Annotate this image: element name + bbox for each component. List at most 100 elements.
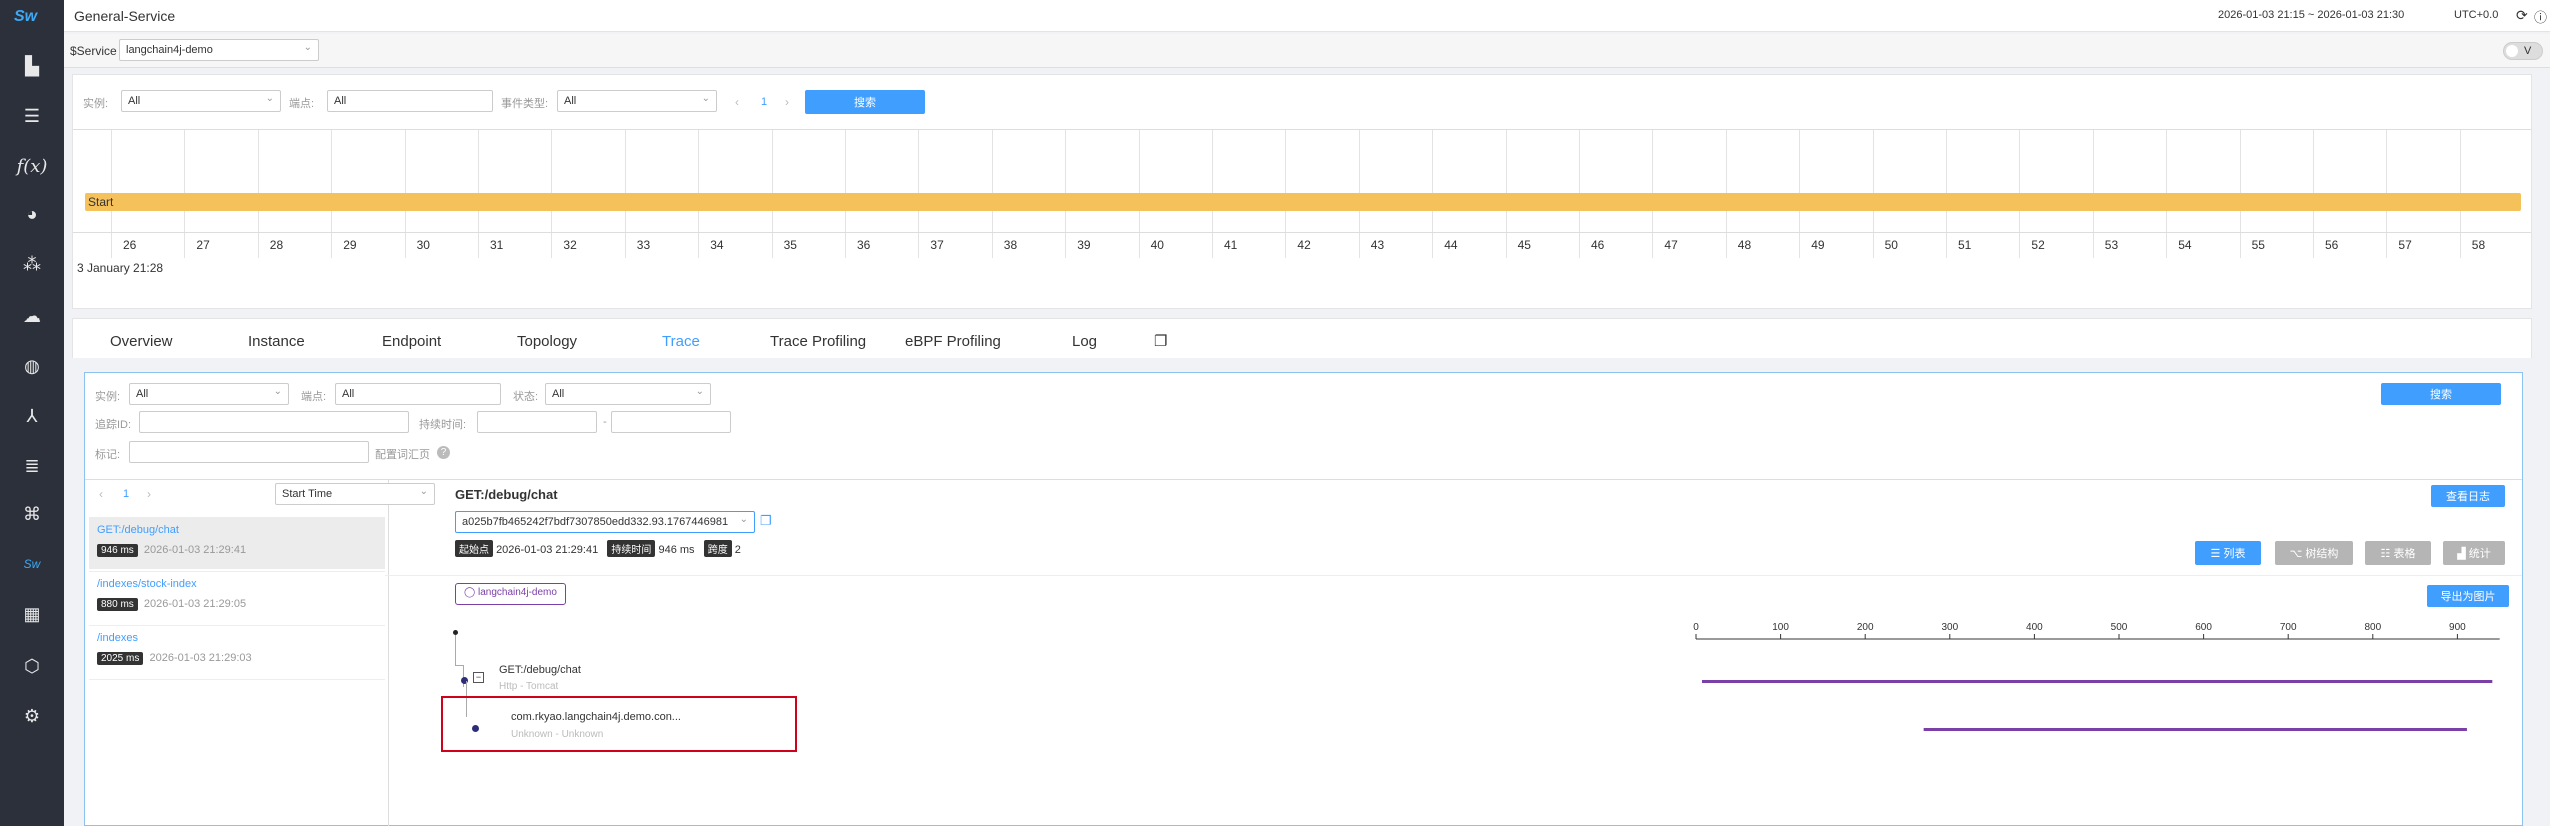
dashboard-icon[interactable]: ▙ xyxy=(0,48,64,84)
function-icon[interactable]: f(x) xyxy=(0,148,64,184)
service-select[interactable]: langchain4j-demo ⌄ xyxy=(119,39,319,61)
refresh-icon[interactable]: ⟳ xyxy=(2516,7,2528,24)
scale-tick-label: 300 xyxy=(1941,622,1958,633)
variables-bar: $Service langchain4j-demo ⌄ V xyxy=(64,34,2550,68)
tab-log[interactable]: Log xyxy=(1072,333,1097,350)
timeline-tick-label: 31 xyxy=(490,238,504,252)
tab-trace[interactable]: Trace xyxy=(662,333,700,350)
next-page-icon[interactable]: › xyxy=(785,95,789,109)
copy-tabs-icon[interactable]: ❐ xyxy=(1154,332,1167,350)
tab-trace-profiling[interactable]: Trace Profiling xyxy=(770,333,866,350)
globe-icon[interactable]: ◍ xyxy=(0,348,64,384)
scale-tick-label: 400 xyxy=(2026,622,2043,633)
event-panel: 实例: All ⌄ 端点: All 事件类型: All ⌄ ‹ 1 › 搜索 Sta… xyxy=(72,74,2532,309)
span-bar xyxy=(1923,728,2467,731)
list-icon[interactable]: ≣ xyxy=(0,448,64,484)
event-start-bar[interactable]: Start xyxy=(85,193,2521,211)
logo: Sw xyxy=(14,8,38,25)
timezone[interactable]: UTC+0.0 xyxy=(2454,9,2498,21)
endpoint-label: 端点: xyxy=(289,98,315,110)
event-search-button[interactable]: 搜索 xyxy=(805,90,925,114)
timeline-tick-label: 34 xyxy=(710,238,724,252)
tab-overview[interactable]: Overview xyxy=(110,333,173,350)
scale-tick-label: 200 xyxy=(1857,622,1874,633)
timeline-tick-label: 58 xyxy=(2471,238,2486,252)
service-variable-label: $Service xyxy=(70,44,117,58)
span-bar xyxy=(1702,680,2493,683)
timeline-tick-label: 37 xyxy=(930,238,944,252)
timeline-tick-label: 54 xyxy=(2178,238,2192,252)
instance-select[interactable]: All ⌄ xyxy=(121,90,281,112)
event-type-select[interactable]: All ⌄ xyxy=(557,90,717,112)
sidebar: Sw ▙ ☰ f(x) ◕ ⁂ ☁ ◍ ⅄ ≣ ⌘ Sw ▦ ⬡ ⚙ xyxy=(0,0,64,826)
timeline-tick-label: 32 xyxy=(563,238,577,252)
v-toggle[interactable]: V xyxy=(2503,42,2543,60)
timeline-tick-label: 35 xyxy=(783,238,797,252)
timeline-grid xyxy=(73,130,2531,310)
timeline-tick-label: 30 xyxy=(416,238,430,252)
timeline-tick-label: 43 xyxy=(1370,238,1385,252)
shield-icon[interactable]: ⬡ xyxy=(0,648,64,684)
event-timeline: Start 26 27 28 29 30 31 32 33 34 35 36 37 38 39 40 41 42… xyxy=(73,129,2531,309)
event-bar-label: Start xyxy=(88,195,114,209)
tab-topology[interactable]: Topology xyxy=(517,333,577,350)
scale-tick-label: 100 xyxy=(1772,622,1789,633)
prev-page-icon[interactable]: ‹ xyxy=(735,95,739,109)
gear-icon[interactable]: ⚙ xyxy=(0,698,64,734)
timeline-tick-label: 57 xyxy=(2398,238,2412,252)
instance-label: 实例: xyxy=(83,98,109,110)
span-chart: 0 100 200 300 400 500 600 700 800 900 xyxy=(1693,622,2500,731)
trace-panel: 实例: All ⌄ 端点: All 状态: All ⌄ 搜索 追踪ID: 持续时间:… xyxy=(84,372,2523,826)
timeline-date-label: 3 January 21:28 xyxy=(77,261,164,275)
info-icon[interactable]: ⓘ xyxy=(2534,7,2547,26)
tabs-bar: Overview Instance Endpoint Topology Trac… xyxy=(72,318,2532,358)
axis-line xyxy=(73,232,2531,233)
scale-tick-label: 900 xyxy=(2449,622,2466,633)
timeline-tick-label: 50 xyxy=(1884,238,1898,252)
timeline-tick-label: 48 xyxy=(1737,238,1752,252)
widgets-icon[interactable]: ▦ xyxy=(0,596,64,632)
topology-icon[interactable]: ⌘ xyxy=(0,496,64,532)
scale-tick-label: 0 xyxy=(1693,622,1699,633)
timeline-tick-label: 28 xyxy=(269,238,284,252)
chevron-down-icon: ⌄ xyxy=(701,93,710,104)
timeline-tick-label: 42 xyxy=(1297,238,1311,252)
timeline-tick-label: 51 xyxy=(1958,238,1972,252)
timeline-tick-label: 39 xyxy=(1077,238,1091,252)
timeline-tick-label: 49 xyxy=(1811,238,1825,252)
timeline-tick-label: 40 xyxy=(1150,238,1164,252)
timeline-tick-label: 56 xyxy=(2325,238,2339,252)
cluster-icon[interactable]: ⁂ xyxy=(0,246,64,282)
timeline-tick-label: 33 xyxy=(636,238,651,252)
page-number[interactable]: 1 xyxy=(761,96,767,108)
tab-ebpf-profiling[interactable]: eBPF Profiling xyxy=(905,333,1001,350)
cloud-icon[interactable]: ☁ xyxy=(0,298,64,334)
page-title: General-Service xyxy=(74,8,176,24)
timeline-tick-label: 27 xyxy=(196,238,210,252)
timeline-scale: 0 100 200 300 400 500 600 700 800 900 xyxy=(85,373,2522,825)
timeline-tick-label: 44 xyxy=(1444,238,1458,252)
scale-tick-label: 700 xyxy=(2280,622,2297,633)
chevron-down-icon: ⌄ xyxy=(303,42,312,53)
sw-icon[interactable]: Sw xyxy=(0,546,64,582)
timeline-tick-label: 53 xyxy=(2104,238,2119,252)
timeline-tick-label: 41 xyxy=(1224,238,1238,252)
toggle-label: V xyxy=(2524,45,2532,57)
timeline-tick-label: 52 xyxy=(2031,238,2045,252)
time-range[interactable]: 2026-01-03 21:15 ~ 2026-01-03 21:30 xyxy=(2218,9,2404,21)
timeline-tick-label: 47 xyxy=(1664,238,1678,252)
event-type-label: 事件类型: xyxy=(501,98,549,110)
toggle-knob xyxy=(2506,45,2518,57)
database-icon[interactable]: ☰ xyxy=(0,98,64,134)
timeline-tick-label: 55 xyxy=(2251,238,2265,252)
mesh-icon[interactable]: ⅄ xyxy=(0,398,64,434)
timeline-tick-label: 46 xyxy=(1591,238,1605,252)
timeline-tick-label: 36 xyxy=(857,238,871,252)
pie-chart-icon[interactable]: ◕ xyxy=(0,196,64,232)
timeline-tick-label: 38 xyxy=(1003,238,1018,252)
tab-instance[interactable]: Instance xyxy=(248,333,305,350)
tab-endpoint[interactable]: Endpoint xyxy=(382,333,441,350)
endpoint-input[interactable]: All xyxy=(327,90,493,112)
scale-tick-label: 800 xyxy=(2364,622,2381,633)
timeline-tick-label: 29 xyxy=(343,238,357,252)
